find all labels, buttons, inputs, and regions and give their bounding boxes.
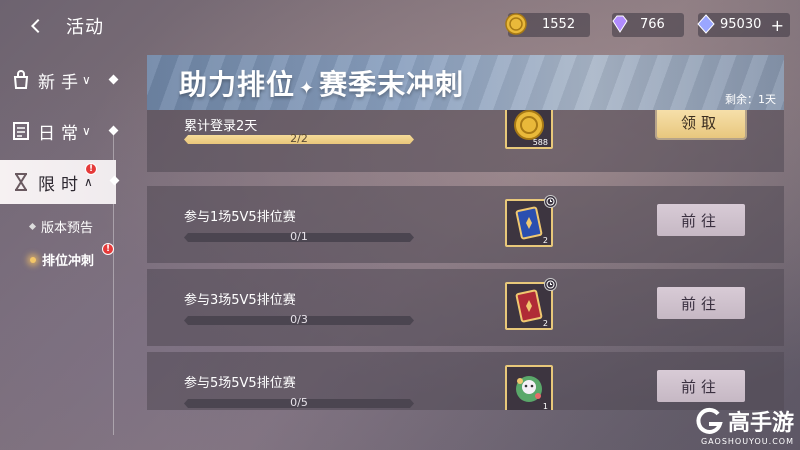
purple-gem-icon [608,11,632,37]
hourglass-icon [10,171,32,193]
task-list[interactable]: 累计登录2天 2/2 588 领取 参与1场5V5排位赛 0/1 2 前往 参与… [147,110,784,410]
g-logo-icon [696,407,723,434]
task-row: 参与1场5V5排位赛 0/1 2 前往 [147,186,784,263]
chevron-left-icon [30,18,40,34]
subitem-label: 版本预告 [41,221,94,236]
diamond-value: 95030 [720,17,762,32]
node-marker [108,125,119,136]
page-title: 活动 [66,17,104,38]
back-button[interactable] [22,12,50,40]
reward-count: 1 [542,402,548,410]
subitem-label: 排位冲刺 [42,254,95,269]
reward-slot[interactable]: 588 [505,110,553,149]
task-name: 参与1场5V5排位赛 [184,210,296,225]
remaining-time: 剩余：1天 [725,93,776,106]
banner-title: 助力排位 ✦ 赛季末冲刺 [179,63,464,103]
task-row: 参与5场5V5排位赛 0/5 1 前往 [147,352,784,410]
banner-title-right: 赛季末冲刺 [319,68,465,101]
sidebar-item-label: 新手 [38,72,84,93]
diamond-icon [694,11,718,37]
red-card-icon [515,289,543,323]
sidebar: 新手 ∨ 日常 ∨ 限时 ∧ ! 版本预告 排位冲刺 ! [0,55,130,450]
claim-button[interactable]: 领取 [657,110,745,138]
progress-text: 2/2 [290,132,308,145]
top-bar: 活动 1552 766 95030 + [0,0,800,50]
reward-count: 588 [532,138,548,147]
notification-badge: ! [85,163,97,175]
clock-icon [544,195,557,208]
checklist-icon [10,120,32,142]
chevron-down-icon: ∨ [82,124,91,138]
sidebar-item-label: 日常 [38,123,84,144]
sidebar-item-newbie[interactable]: 新手 ∨ [10,65,91,95]
gold-coin-icon [504,11,528,37]
clock-icon [544,278,557,291]
go-button[interactable]: 前往 [657,204,745,236]
currency-gem: 766 [612,13,684,37]
currency-gold: 1552 [505,13,590,37]
reward-slot[interactable]: 1 [505,365,553,410]
task-name: 参与5场5V5排位赛 [184,376,296,391]
node-marker [108,74,119,85]
banner-title-left: 助力排位 [179,68,296,101]
watermark-sub: GAOSHOUYOU.COM [700,437,794,446]
sparkle-icon: ✦ [299,78,316,99]
reward-count: 2 [542,236,548,245]
reward-slot[interactable]: 2 [505,278,557,330]
progress-text: 0/5 [290,396,308,409]
gift-box-icon [516,376,542,402]
chevron-up-icon: ∧ [84,175,93,189]
go-button[interactable]: 前往 [657,287,745,319]
go-button[interactable]: 前往 [657,370,745,402]
gold-value: 1552 [542,17,576,32]
reward-count: 2 [542,319,548,328]
subitem-rank-sprint[interactable]: 排位冲刺 ! [30,243,114,269]
task-row: 参与3场5V5排位赛 0/3 2 前往 [147,269,784,346]
sidebar-item-limited[interactable]: 限时 ∧ ! [0,160,116,204]
sidebar-item-label: 限时 [38,174,84,195]
progress-text: 0/3 [290,313,308,326]
bag-icon [10,69,32,91]
gem-value: 766 [640,17,665,32]
currency-diamond: 95030 + [697,13,790,37]
task-row: 累计登录2天 2/2 588 领取 [147,110,784,172]
chevron-down-icon: ∨ [82,73,91,87]
subitem-version-preview[interactable]: 版本预告 [28,217,94,236]
sidebar-item-daily[interactable]: 日常 ∨ [10,116,91,146]
add-diamond-button[interactable]: + [771,16,784,35]
task-name: 参与3场5V5排位赛 [184,293,296,308]
notification-badge: ! [102,243,114,255]
blue-card-icon [515,206,543,240]
reward-slot[interactable]: 2 [505,195,557,247]
progress-text: 0/1 [290,230,308,243]
watermark: 高手游 GAOSHOUYOU.COM [694,405,794,446]
watermark-text: 高手游 [727,411,794,436]
bullet-icon [28,222,37,231]
event-banner: 助力排位 ✦ 赛季末冲刺 剩余：1天 [147,55,784,110]
glow-dot-icon [30,256,36,263]
